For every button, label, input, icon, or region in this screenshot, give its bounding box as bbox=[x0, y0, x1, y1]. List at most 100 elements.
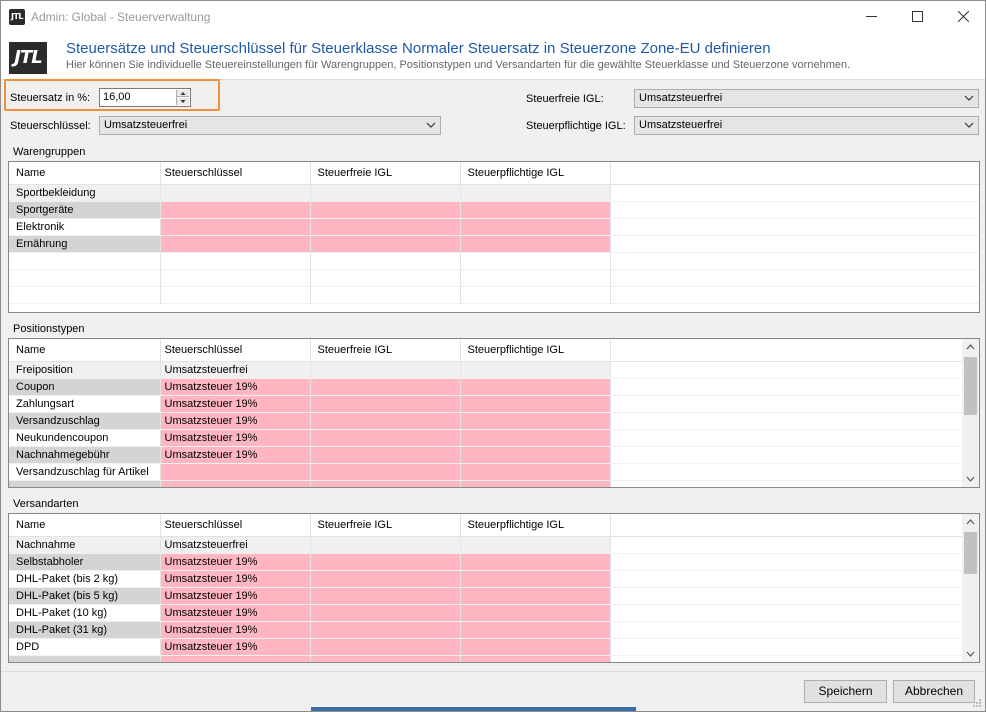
row-key[interactable]: Umsatzsteuer 19% bbox=[160, 412, 311, 430]
row-steuerfreie-igl[interactable] bbox=[310, 395, 461, 413]
positionstypen-grid[interactable]: Name Steuerschlüssel Steuerfreie IGL Ste… bbox=[8, 338, 980, 488]
row-key[interactable]: Umsatzsteuer 19% bbox=[160, 553, 311, 571]
row-steuerpflichtige-igl[interactable] bbox=[460, 201, 611, 219]
table-row[interactable]: Versandzuschlag Umsatzsteuer 19% bbox=[9, 412, 979, 430]
steuersatz-stepper[interactable]: 16,00 bbox=[99, 88, 191, 107]
row-steuerpflichtige-igl[interactable] bbox=[460, 621, 611, 639]
table-row[interactable]: Coupon Umsatzsteuer 19% bbox=[9, 378, 979, 396]
column-header-steuerpflichtige-igl[interactable]: Steuerpflichtige IGL bbox=[460, 514, 611, 537]
steuersatz-value[interactable]: 16,00 bbox=[103, 91, 131, 103]
table-row[interactable]: Nachnahmegebühr Umsatzsteuer 19% bbox=[9, 446, 979, 464]
table-row[interactable]: DHL-Paket (10 kg) Umsatzsteuer 19% bbox=[9, 604, 979, 622]
scroll-up-icon[interactable] bbox=[966, 344, 975, 350]
row-steuerfreie-igl[interactable] bbox=[310, 553, 461, 571]
row-steuerpflichtige-igl[interactable] bbox=[460, 412, 611, 430]
row-steuerfreie-igl[interactable] bbox=[310, 638, 461, 656]
row-steuerpflichtige-igl[interactable] bbox=[460, 218, 611, 236]
row-steuerpflichtige-igl[interactable] bbox=[460, 604, 611, 622]
scroll-up-icon[interactable] bbox=[966, 519, 975, 525]
column-header-name[interactable]: Name bbox=[9, 514, 161, 537]
row-key[interactable]: Umsatzsteuer 19% bbox=[160, 621, 311, 639]
column-header-name[interactable]: Name bbox=[9, 162, 161, 185]
row-steuerpflichtige-igl[interactable] bbox=[460, 638, 611, 656]
column-header-steuerfreie-igl[interactable]: Steuerfreie IGL bbox=[310, 162, 461, 185]
row-key[interactable] bbox=[160, 235, 311, 253]
row-steuerfreie-igl[interactable] bbox=[310, 463, 461, 481]
scroll-thumb[interactable] bbox=[964, 532, 977, 574]
minimize-button[interactable] bbox=[848, 1, 894, 32]
table-row[interactable]: DHL-Paket (bis 5 kg) Umsatzsteuer 19% bbox=[9, 587, 979, 605]
scroll-down-icon[interactable] bbox=[966, 476, 975, 482]
row-steuerpflichtige-igl[interactable] bbox=[460, 429, 611, 447]
row-steuerpflichtige-igl[interactable] bbox=[460, 395, 611, 413]
table-row[interactable]: Selbstabholer Umsatzsteuer 19% bbox=[9, 553, 979, 571]
cancel-button[interactable]: Abbrechen bbox=[893, 680, 975, 703]
row-key[interactable]: Umsatzsteuer 19% bbox=[160, 429, 311, 447]
row-steuerfreie-igl[interactable] bbox=[310, 570, 461, 588]
row-steuerfreie-igl[interactable] bbox=[310, 587, 461, 605]
row-steuerfreie-igl[interactable] bbox=[310, 621, 461, 639]
close-button[interactable] bbox=[940, 1, 985, 32]
table-row[interactable]: Sportbekleidung bbox=[9, 184, 979, 202]
table-row[interactable]: Ernährung bbox=[9, 235, 979, 253]
versandarten-grid[interactable]: Name Steuerschlüssel Steuerfreie IGL Ste… bbox=[8, 513, 980, 663]
table-row[interactable]: Nachnahme Umsatzsteuerfrei bbox=[9, 536, 979, 554]
row-steuerpflichtige-igl[interactable] bbox=[460, 361, 611, 379]
column-header-name[interactable]: Name bbox=[9, 339, 161, 362]
row-steuerpflichtige-igl[interactable] bbox=[460, 536, 611, 554]
title-bar[interactable]: JTL Admin: Global - Steuerverwaltung bbox=[1, 1, 985, 32]
row-steuerfreie-igl[interactable] bbox=[310, 446, 461, 464]
table-row[interactable]: DHL-Paket (31 kg) Umsatzsteuer 19% bbox=[9, 621, 979, 639]
row-steuerfreie-igl[interactable] bbox=[310, 361, 461, 379]
row-key[interactable]: Umsatzsteuer 19% bbox=[160, 604, 311, 622]
row-key[interactable] bbox=[160, 201, 311, 219]
row-steuerfreie-igl[interactable] bbox=[310, 604, 461, 622]
column-header-steuerfreie-igl[interactable]: Steuerfreie IGL bbox=[310, 514, 461, 537]
table-row[interactable]: Versandzuschlag für Artikel bbox=[9, 463, 979, 481]
row-steuerfreie-igl[interactable] bbox=[310, 235, 461, 253]
column-header-steuerschluessel[interactable]: Steuerschlüssel bbox=[160, 162, 311, 185]
row-key[interactable]: Umsatzsteuer 19% bbox=[160, 587, 311, 605]
row-steuerpflichtige-igl[interactable] bbox=[460, 184, 611, 202]
row-steuerpflichtige-igl[interactable] bbox=[460, 235, 611, 253]
row-steuerpflichtige-igl[interactable] bbox=[460, 570, 611, 588]
column-header-steuerpflichtige-igl[interactable]: Steuerpflichtige IGL bbox=[460, 162, 611, 185]
row-key[interactable] bbox=[160, 463, 311, 481]
table-row[interactable]: Sportgeräte bbox=[9, 201, 979, 219]
row-key[interactable]: Umsatzsteuerfrei bbox=[160, 361, 311, 379]
column-header-steuerschluessel[interactable]: Steuerschlüssel bbox=[160, 339, 311, 362]
row-steuerpflichtige-igl[interactable] bbox=[460, 463, 611, 481]
row-steuerfreie-igl[interactable] bbox=[310, 184, 461, 202]
row-key[interactable]: Umsatzsteuer 19% bbox=[160, 638, 311, 656]
table-row[interactable]: DHL-Paket (bis 2 kg) Umsatzsteuer 19% bbox=[9, 570, 979, 588]
row-steuerfreie-igl[interactable] bbox=[310, 378, 461, 396]
table-row[interactable]: DPD Umsatzsteuer 19% bbox=[9, 638, 979, 656]
table-row[interactable]: Freiposition Umsatzsteuerfrei bbox=[9, 361, 979, 379]
vertical-scrollbar[interactable] bbox=[962, 339, 979, 487]
scroll-thumb[interactable] bbox=[964, 357, 977, 415]
row-key[interactable]: Umsatzsteuer 19% bbox=[160, 570, 311, 588]
save-button[interactable]: Speichern bbox=[804, 680, 887, 703]
row-steuerfreie-igl[interactable] bbox=[310, 536, 461, 554]
vertical-scrollbar[interactable] bbox=[962, 514, 979, 662]
row-key[interactable] bbox=[160, 184, 311, 202]
row-steuerpflichtige-igl[interactable] bbox=[460, 378, 611, 396]
table-row[interactable]: Zahlungsart Umsatzsteuer 19% bbox=[9, 395, 979, 413]
row-key[interactable]: Umsatzsteuerfrei bbox=[160, 536, 311, 554]
row-steuerfreie-igl[interactable] bbox=[310, 218, 461, 236]
table-row[interactable]: Neukundencoupon Umsatzsteuer 19% bbox=[9, 429, 979, 447]
steuerschluessel-select[interactable]: Umsatzsteuerfrei bbox=[99, 116, 441, 135]
row-steuerfreie-igl[interactable] bbox=[310, 412, 461, 430]
stepper-up-button[interactable] bbox=[177, 90, 189, 97]
resize-grip-icon[interactable] bbox=[972, 698, 982, 708]
row-steuerfreie-igl[interactable] bbox=[310, 429, 461, 447]
row-key[interactable]: Umsatzsteuer 19% bbox=[160, 378, 311, 396]
table-row[interactable]: Elektronik bbox=[9, 218, 979, 236]
warengruppen-grid[interactable]: Name Steuerschlüssel Steuerfreie IGL Ste… bbox=[8, 161, 980, 313]
column-header-steuerpflichtige-igl[interactable]: Steuerpflichtige IGL bbox=[460, 339, 611, 362]
row-key[interactable]: Umsatzsteuer 19% bbox=[160, 446, 311, 464]
row-key[interactable] bbox=[160, 218, 311, 236]
scroll-down-icon[interactable] bbox=[966, 651, 975, 657]
stepper-down-button[interactable] bbox=[177, 98, 189, 105]
row-steuerfreie-igl[interactable] bbox=[310, 201, 461, 219]
